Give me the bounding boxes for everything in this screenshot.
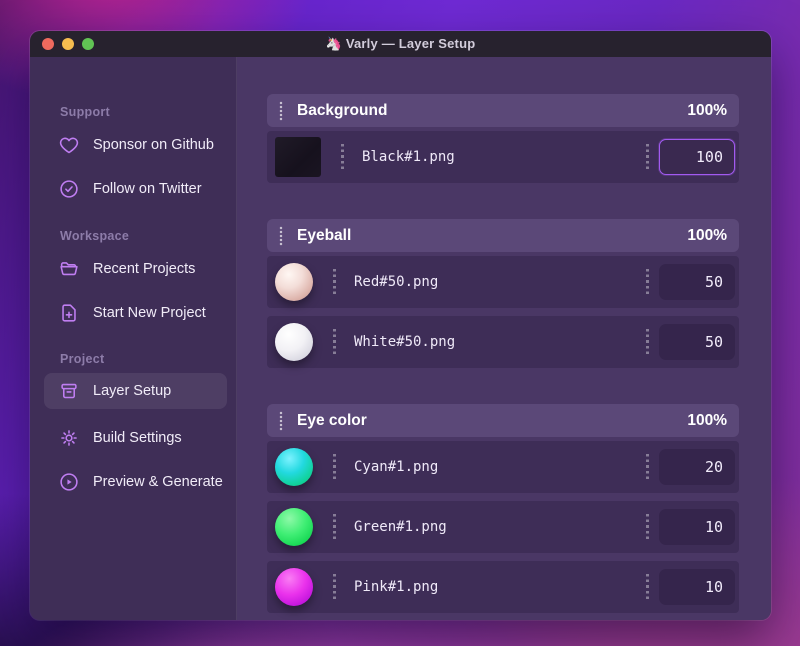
drag-handle-icon[interactable] — [279, 225, 283, 246]
sidebar-item-label: Recent Projects — [93, 261, 196, 277]
layer-group-eye-color: Eye color 100% Cyan#1.png Green#1.png — [267, 404, 739, 613]
layer-filename: Green#1.png — [354, 519, 447, 535]
layer-filename: Black#1.png — [362, 149, 455, 165]
sidebar-item-label: Sponsor on Github — [93, 137, 214, 153]
play-circle-icon — [58, 471, 80, 493]
drag-handle-icon[interactable] — [646, 454, 649, 480]
layer-row: Red#50.png — [267, 256, 739, 308]
group-title: Eyeball — [297, 226, 352, 244]
sidebar-item-preview-generate[interactable]: Preview & Generate — [44, 467, 227, 497]
layer-setup-panel: Background 100% Black#1.png Eyeball 100% — [237, 57, 771, 620]
layer-group-background: Background 100% Black#1.png — [267, 94, 739, 183]
drag-handle-icon[interactable] — [646, 144, 649, 170]
sidebar-item-label: Start New Project — [93, 305, 206, 321]
sidebar-section-workspace: Workspace — [60, 229, 130, 243]
sidebar-item-label: Build Settings — [93, 430, 182, 446]
layer-group-eyeball: Eyeball 100% Red#50.png White#50.png — [267, 219, 739, 368]
sidebar-item-label: Preview & Generate — [93, 474, 223, 490]
sidebar-item-start-new-project[interactable]: Start New Project — [44, 298, 227, 328]
layer-weight-input[interactable] — [659, 264, 735, 300]
app-window: 🦄 Varly — Layer Setup Support Sponsor on… — [30, 31, 771, 620]
drag-handle-icon[interactable] — [341, 144, 344, 170]
drag-handle-icon[interactable] — [279, 100, 283, 121]
layer-filename: Red#50.png — [354, 274, 439, 290]
drag-handle-icon[interactable] — [646, 574, 649, 600]
group-weight: 100% — [687, 101, 727, 119]
sidebar-item-recent-projects[interactable]: Recent Projects — [44, 254, 227, 284]
layer-filename: Pink#1.png — [354, 579, 439, 595]
layer-thumbnail — [275, 448, 313, 486]
group-header: Eyeball 100% — [267, 219, 739, 252]
group-header: Eye color 100% — [267, 404, 739, 437]
group-title: Background — [297, 101, 388, 119]
drag-handle-icon[interactable] — [333, 514, 336, 540]
drag-handle-icon[interactable] — [333, 454, 336, 480]
group-title: Eye color — [297, 411, 367, 429]
layer-weight-input[interactable] — [659, 509, 735, 545]
drag-handle-icon[interactable] — [333, 269, 336, 295]
group-header: Background 100% — [267, 94, 739, 127]
layer-thumbnail — [275, 137, 321, 177]
drag-handle-icon[interactable] — [646, 329, 649, 355]
drag-handle-icon[interactable] — [646, 514, 649, 540]
sidebar-item-follow-twitter[interactable]: Follow on Twitter — [44, 174, 227, 204]
layer-thumbnail — [275, 508, 313, 546]
layer-filename: White#50.png — [354, 334, 456, 350]
window-title-text: Varly — Layer Setup — [345, 36, 476, 51]
titlebar: 🦄 Varly — Layer Setup — [30, 31, 771, 57]
group-weight: 100% — [687, 226, 727, 244]
group-weight: 100% — [687, 411, 727, 429]
sidebar-item-label: Follow on Twitter — [93, 181, 202, 197]
sidebar-item-build-settings[interactable]: Build Settings — [44, 423, 227, 453]
sidebar-item-layer-setup[interactable]: Layer Setup — [44, 373, 227, 409]
layer-weight-input[interactable] — [659, 139, 735, 175]
layer-thumbnail — [275, 568, 313, 606]
layer-row: Green#1.png — [267, 501, 739, 553]
layer-row: Black#1.png — [267, 131, 739, 183]
layer-weight-input[interactable] — [659, 569, 735, 605]
drag-handle-icon[interactable] — [646, 269, 649, 295]
gear-icon — [58, 427, 80, 449]
sidebar-item-label: Layer Setup — [93, 383, 172, 399]
badge-check-icon — [58, 178, 80, 200]
layer-row: Cyan#1.png — [267, 441, 739, 493]
layer-row: Pink#1.png — [267, 561, 739, 613]
sidebar-section-project: Project — [60, 352, 105, 366]
folder-open-icon — [58, 258, 80, 280]
drag-handle-icon[interactable] — [333, 574, 336, 600]
layer-weight-input[interactable] — [659, 449, 735, 485]
archive-box-icon — [58, 380, 80, 402]
heart-icon — [58, 134, 80, 156]
app-unicorn-icon: 🦄 — [325, 36, 343, 51]
drag-handle-icon[interactable] — [279, 410, 283, 431]
sidebar: Support Sponsor on Github Follow on Twit… — [30, 57, 237, 620]
layer-thumbnail — [275, 323, 313, 361]
sidebar-item-sponsor-github[interactable]: Sponsor on Github — [44, 130, 227, 160]
drag-handle-icon[interactable] — [333, 329, 336, 355]
layer-thumbnail — [275, 263, 313, 301]
sidebar-section-support: Support — [60, 105, 111, 119]
layer-weight-input[interactable] — [659, 324, 735, 360]
layer-filename: Cyan#1.png — [354, 459, 439, 475]
document-plus-icon — [58, 302, 80, 324]
layer-row: White#50.png — [267, 316, 739, 368]
window-title: 🦄 Varly — Layer Setup — [30, 36, 771, 52]
